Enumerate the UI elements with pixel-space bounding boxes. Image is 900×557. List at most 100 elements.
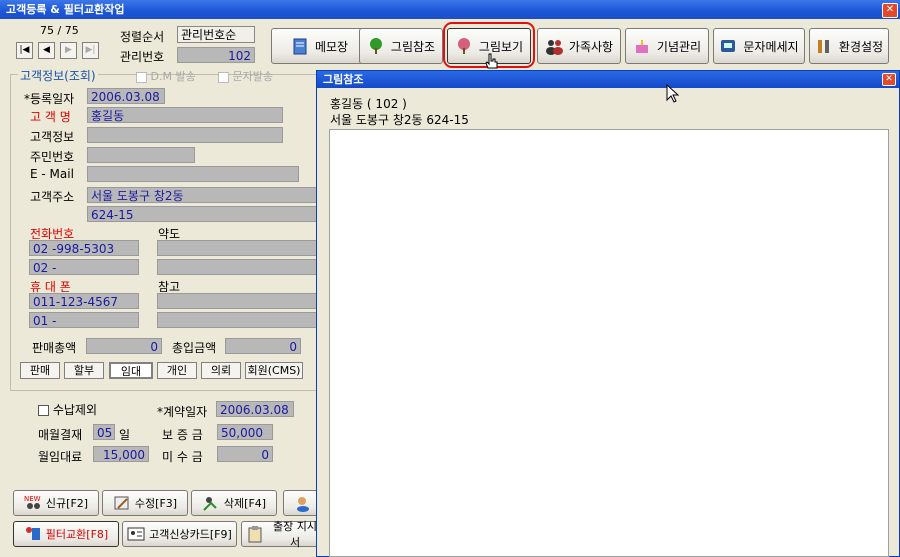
phone-icon bbox=[719, 37, 737, 55]
settings-button[interactable]: 환경설정 bbox=[809, 28, 889, 64]
email-label: E - Mail bbox=[30, 167, 74, 181]
tab-installment[interactable]: 할부 bbox=[64, 362, 104, 379]
addr2-field[interactable]: 624-15 bbox=[87, 206, 317, 222]
tab-request[interactable]: 의뢰 bbox=[201, 362, 241, 379]
map-field1[interactable] bbox=[157, 240, 317, 256]
filter-exchange-button[interactable]: 필터교환[F8] bbox=[13, 521, 119, 547]
note-field2[interactable] bbox=[157, 312, 317, 328]
dm-label: D.M 발송 bbox=[150, 70, 196, 83]
visit-label: 출장 지시서 bbox=[273, 520, 317, 549]
delete-label: 삭제[F4] bbox=[223, 497, 267, 510]
day-unit: 일 bbox=[119, 428, 131, 442]
exclude-label: 수납제외 bbox=[52, 403, 97, 417]
edit-icon bbox=[113, 494, 131, 512]
unpaid-field: 0 bbox=[217, 446, 273, 462]
memo-label: 메모장 bbox=[314, 39, 349, 54]
exclude-checkbox[interactable]: 수납제외 bbox=[38, 401, 97, 418]
svg-text:NEW: NEW bbox=[24, 495, 41, 503]
map-field2[interactable] bbox=[157, 259, 317, 275]
info-field[interactable] bbox=[87, 127, 283, 143]
popup-name-line: 홍길동 ( 102 ) bbox=[330, 97, 407, 111]
cake-icon bbox=[633, 37, 651, 55]
tab-personal[interactable]: 개인 bbox=[157, 362, 197, 379]
anniversary-label: 기념관리 bbox=[656, 39, 702, 54]
tab-sales[interactable]: 판매 bbox=[20, 362, 60, 379]
email-field[interactable] bbox=[87, 166, 299, 182]
ssn-label: 주민번호 bbox=[30, 150, 75, 164]
popup-title: 그림참조 bbox=[323, 73, 364, 86]
sms-button[interactable]: 문자메세지 bbox=[713, 28, 805, 64]
name-field[interactable]: 홍길동 bbox=[87, 107, 283, 123]
rent-label: 월임대료 bbox=[38, 450, 83, 464]
paid-total-field: 0 bbox=[225, 338, 301, 354]
addr1-field[interactable]: 서울 도봉구 창2동 bbox=[87, 187, 317, 203]
window-title: 고객등록 & 필터교환작업 bbox=[6, 3, 125, 16]
info-label: 고객정보 bbox=[30, 130, 75, 144]
prev-record-icon[interactable]: ◀ bbox=[38, 42, 55, 59]
arrow-cursor-icon bbox=[666, 83, 680, 107]
reg-date-label: *등록일자 bbox=[24, 92, 75, 106]
picture-canvas[interactable] bbox=[329, 129, 889, 557]
mobile2-field[interactable]: 01 - bbox=[29, 312, 139, 328]
picture-ref-label: 그림참조 bbox=[390, 39, 436, 54]
settings-label: 환경설정 bbox=[838, 39, 884, 54]
title-bar: 고객등록 & 필터교환작업 ✕ bbox=[0, 0, 900, 19]
rent-field[interactable]: 15,000 bbox=[93, 446, 149, 462]
popup-close-button[interactable]: ✕ bbox=[882, 73, 896, 86]
sales-total-field: 0 bbox=[86, 338, 162, 354]
clipboard-icon bbox=[246, 525, 264, 543]
paid-total-label: 총입금액 bbox=[172, 341, 217, 355]
sms-send-label: 문자발송 bbox=[232, 70, 273, 83]
tab-rental[interactable]: 임대 bbox=[109, 362, 153, 379]
new-icon: NEW bbox=[24, 494, 42, 512]
popup-address-line: 서울 도봉구 창2동 624-15 bbox=[330, 113, 469, 127]
anniversary-button[interactable]: 기념관리 bbox=[625, 28, 709, 64]
hand-cursor-icon bbox=[484, 53, 500, 74]
phone2-field[interactable]: 02 - bbox=[29, 259, 139, 275]
popup-title-bar: 그림참조 ✕ bbox=[317, 71, 899, 88]
reg-date-field[interactable]: 2006.03.08 bbox=[87, 88, 165, 104]
filter-icon bbox=[24, 525, 42, 543]
close-button[interactable]: ✕ bbox=[882, 3, 898, 18]
sms-checkbox[interactable]: 문자발송 bbox=[218, 68, 273, 84]
filter-label: 필터교환[F8] bbox=[45, 528, 109, 541]
sort-label: 정렬순서 bbox=[120, 30, 165, 44]
next-record-icon[interactable]: ▶ bbox=[60, 42, 77, 59]
first-record-icon[interactable]: |◀ bbox=[16, 42, 33, 59]
edit-label: 수정[F3] bbox=[134, 497, 178, 510]
phone1-field[interactable]: 02 -998-5303 bbox=[29, 240, 139, 256]
monthly-day-field[interactable]: 05 bbox=[93, 424, 115, 440]
picture-ref-button[interactable]: 그림참조 bbox=[359, 28, 443, 64]
ssn-field[interactable] bbox=[87, 147, 195, 163]
edit-button[interactable]: 수정[F3] bbox=[102, 490, 188, 516]
family-button[interactable]: 가족사항 bbox=[537, 28, 621, 64]
search-person-icon bbox=[294, 494, 312, 512]
tree-icon bbox=[367, 37, 385, 55]
mobile1-field[interactable]: 011-123-4567 bbox=[29, 293, 139, 309]
family-label: 가족사항 bbox=[568, 39, 614, 54]
contract-label: *계약일자 bbox=[157, 405, 208, 419]
notepad-icon bbox=[291, 37, 309, 55]
note-field1[interactable] bbox=[157, 293, 317, 309]
visit-order-button[interactable]: 출장 지시서 bbox=[241, 520, 323, 549]
contract-date-field[interactable]: 2006.03.08 bbox=[216, 401, 294, 417]
delete-button[interactable]: 삭제[F4] bbox=[191, 490, 277, 516]
sms-label: 문자메세지 bbox=[743, 39, 799, 54]
sort-select[interactable]: 관리번호순 bbox=[177, 26, 255, 43]
deposit-field[interactable]: 50,000 bbox=[217, 424, 273, 440]
memo-button[interactable]: 메모장 bbox=[271, 28, 368, 64]
new-label: 신규[F2] bbox=[45, 497, 89, 510]
id-value: 102 bbox=[177, 47, 255, 63]
deposit-label: 보 증 금 bbox=[162, 428, 203, 442]
tools-icon bbox=[815, 37, 833, 55]
name-label: 고 객 명 bbox=[30, 110, 71, 124]
unpaid-label: 미 수 금 bbox=[162, 450, 203, 464]
main-window: 고객등록 & 필터교환작업 ✕ 75 / 75 |◀ ◀ ▶ ▶| 정렬순서 관… bbox=[0, 0, 900, 557]
customer-card-button[interactable]: 고객신상카드[F9] bbox=[122, 521, 237, 547]
dm-checkbox[interactable]: D.M 발송 bbox=[136, 68, 196, 84]
last-record-icon[interactable]: ▶| bbox=[82, 42, 99, 59]
new-button[interactable]: NEW 신규[F2] bbox=[13, 490, 99, 516]
card-icon bbox=[127, 525, 145, 543]
tab-member-cms[interactable]: 회원(CMS) bbox=[245, 362, 303, 379]
customer-group-label: 고객정보(조회) bbox=[18, 67, 98, 84]
